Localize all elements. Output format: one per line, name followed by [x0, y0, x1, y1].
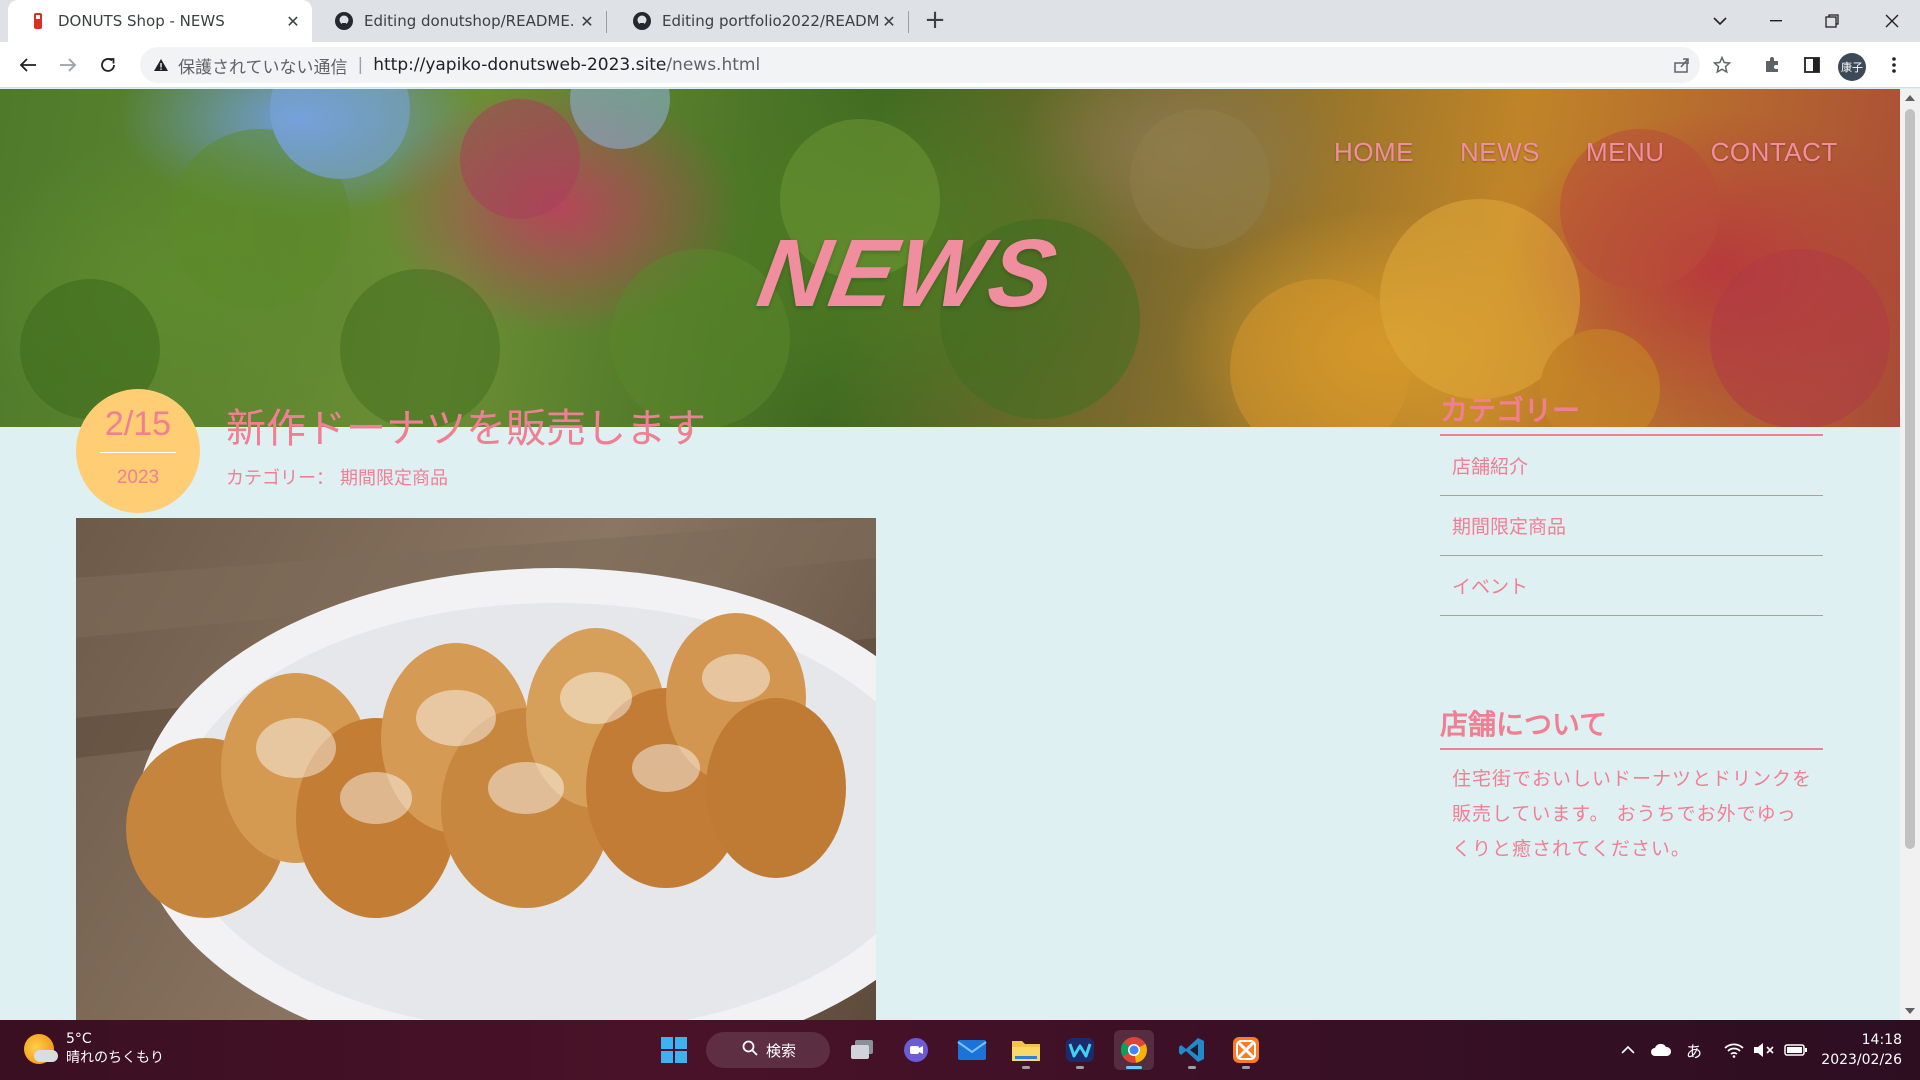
side-panel-icon[interactable]: [1796, 49, 1828, 81]
webex-icon[interactable]: [1060, 1030, 1100, 1070]
sidebar-item-category[interactable]: 期間限定商品: [1440, 496, 1823, 556]
not-secure-warning-icon[interactable]: [150, 54, 172, 76]
url-host: http://yapiko-donutsweb-2023.site: [373, 55, 667, 75]
post-title[interactable]: 新作ドーナツを販売します: [226, 396, 706, 454]
clock-time: 14:18: [1861, 1032, 1902, 1048]
more-menu-icon[interactable]: [1878, 49, 1910, 81]
global-nav: HOME NEWS MENU CONTACT: [1288, 137, 1838, 168]
github-icon: [334, 11, 354, 31]
share-icon[interactable]: [1666, 49, 1698, 81]
minimize-icon[interactable]: [1748, 0, 1804, 42]
tab-donutshop-readme[interactable]: Editing donutshop/README.md ✕: [314, 0, 606, 42]
security-label: 保護されていない通信: [178, 57, 348, 78]
active-indicator: [1126, 1066, 1142, 1069]
donut-favicon-icon: [28, 11, 48, 31]
post-category-label: カテゴリー：: [226, 468, 334, 489]
hero-header-image: HOME NEWS MENU CONTACT NEWS: [0, 89, 1900, 427]
sidebar-item-label: イベント: [1452, 576, 1529, 598]
mail-icon[interactable]: [952, 1030, 992, 1070]
scroll-down-arrow-icon[interactable]: [1905, 1008, 1915, 1014]
sidebar-about-text: 住宅街でおいしいドーナツとドリンクを販売しています。 おうちでお外でゆっくりと癒…: [1452, 768, 1813, 860]
post-category: カテゴリー： 期間限定商品: [226, 464, 448, 490]
close-window-icon[interactable]: [1864, 0, 1920, 42]
page-viewport: HOME NEWS MENU CONTACT NEWS 2/15 2023 新作…: [0, 89, 1900, 1020]
tab-donuts-news[interactable]: DONUTS Shop - NEWS ✕: [8, 0, 312, 42]
sidebar-item-label: 期間限定商品: [1452, 516, 1567, 538]
address-bar[interactable]: 保護されていない通信 | http://yapiko-donutsweb-202…: [140, 47, 1700, 83]
running-indicator: [1188, 1066, 1196, 1069]
teams-chat-icon[interactable]: [896, 1030, 936, 1070]
date-divider: [100, 452, 176, 453]
tab-title: Editing portfolio2022/README.m: [662, 12, 878, 30]
sidebar-item-category[interactable]: イベント: [1440, 556, 1823, 616]
tab-search-icon[interactable]: [1692, 0, 1748, 42]
tab-separator: [908, 11, 909, 33]
sidebar-heading-categories: カテゴリー: [1440, 394, 1581, 427]
close-tab-icon[interactable]: ✕: [878, 10, 900, 32]
taskbar-clock[interactable]: 14:18 2023/02/26: [1821, 1030, 1902, 1070]
post-date-month-day: 2/15: [104, 405, 172, 443]
profile-avatar[interactable]: 康子: [1838, 53, 1866, 81]
tab-title: Editing donutshop/README.md: [364, 12, 576, 30]
weather-temperature: 5°C: [66, 1031, 92, 1047]
page-title: NEWS: [750, 220, 1066, 327]
nav-link-contact[interactable]: CONTACT: [1711, 137, 1838, 168]
scroll-up-arrow-icon[interactable]: [1905, 95, 1915, 101]
post-date-badge: 2/15 2023: [76, 389, 200, 513]
page-scrollbar[interactable]: [1900, 89, 1920, 1020]
restore-icon[interactable]: [1804, 0, 1860, 42]
onedrive-cloud-icon[interactable]: [1648, 1038, 1674, 1062]
clock-date: 2023/02/26: [1821, 1052, 1902, 1068]
partly-cloudy-icon: [24, 1034, 58, 1064]
reload-button[interactable]: [92, 49, 124, 81]
twisted-donut-image: [76, 518, 876, 1020]
search-icon: [742, 1040, 758, 1060]
sidebar-item-label: 店舗紹介: [1452, 456, 1529, 478]
post-category-link[interactable]: 期間限定商品: [340, 468, 448, 489]
close-tab-icon[interactable]: ✕: [282, 10, 304, 32]
github-icon: [632, 11, 652, 31]
extensions-icon[interactable]: [1756, 49, 1788, 81]
vscode-icon[interactable]: [1172, 1030, 1212, 1070]
file-explorer-icon[interactable]: [1006, 1030, 1046, 1070]
address-divider: |: [357, 55, 364, 75]
nav-link-news[interactable]: NEWS: [1460, 137, 1540, 168]
post-date-year: 2023: [116, 467, 160, 488]
new-tab-button[interactable]: +: [920, 6, 950, 36]
close-tab-icon[interactable]: ✕: [576, 10, 598, 32]
tab-portfolio-readme[interactable]: Editing portfolio2022/README.m ✕: [612, 0, 908, 42]
search-label: 検索: [766, 1041, 797, 1060]
tab-title: DONUTS Shop - NEWS: [58, 12, 225, 30]
browser-toolbar: 保護されていない通信 | http://yapiko-donutsweb-202…: [0, 42, 1920, 88]
sidebar-rule: [1440, 748, 1823, 750]
sidebar-item-category[interactable]: 店舗紹介: [1440, 436, 1823, 496]
weather-description: 晴れのちくもり: [66, 1050, 164, 1066]
back-button[interactable]: [12, 49, 44, 81]
ime-indicator[interactable]: あ: [1682, 1038, 1706, 1062]
nav-link-menu[interactable]: MENU: [1586, 137, 1665, 168]
nav-link-home[interactable]: HOME: [1334, 137, 1414, 168]
speaker-muted-icon[interactable]: [1752, 1038, 1776, 1062]
wifi-icon[interactable]: [1722, 1038, 1746, 1062]
forward-button[interactable]: [52, 49, 84, 81]
sidebar-heading-about: 店舗について: [1440, 708, 1608, 741]
running-indicator: [1022, 1066, 1030, 1069]
running-indicator: [1242, 1066, 1250, 1069]
weather-widget[interactable]: 5°C 晴れのちくもり: [24, 1030, 164, 1068]
battery-icon[interactable]: [1782, 1038, 1810, 1062]
task-view-icon[interactable]: [842, 1030, 882, 1070]
running-indicator: [1076, 1066, 1084, 1069]
bookmark-star-icon[interactable]: [1706, 49, 1738, 81]
start-button-windows-icon[interactable]: [654, 1030, 694, 1070]
tab-separator: [606, 11, 607, 33]
taskbar: 5°C 晴れのちくもり 検索 あ 14:18 2023/02/26: [0, 1020, 1920, 1080]
xampp-icon[interactable]: [1226, 1030, 1266, 1070]
donut-photo: [76, 518, 876, 1020]
scrollbar-thumb[interactable]: [1905, 109, 1915, 849]
taskbar-search-box[interactable]: 検索: [706, 1032, 830, 1068]
tab-strip: DONUTS Shop - NEWS ✕ Editing donutshop/R…: [0, 0, 1920, 42]
chrome-icon[interactable]: [1114, 1030, 1154, 1070]
show-hidden-icons-chevron-icon[interactable]: [1618, 1038, 1638, 1062]
url-path: /news.html: [666, 55, 761, 75]
